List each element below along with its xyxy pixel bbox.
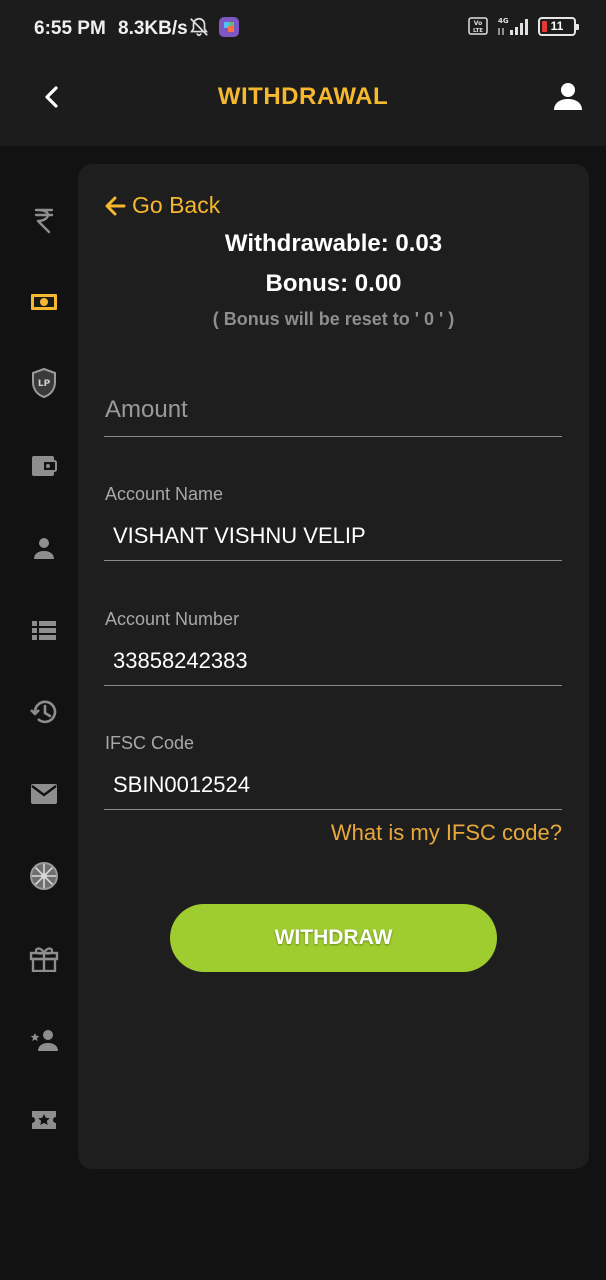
- svg-text:LTE: LTE: [473, 28, 483, 34]
- star-person-icon: [30, 1030, 58, 1051]
- account-number-label: Account Number: [105, 609, 240, 629]
- person-icon: [34, 538, 54, 559]
- sidebar-item-list[interactable]: [28, 614, 60, 646]
- account-name-label: Account Name: [105, 484, 224, 504]
- account-number-value: 33858242383: [113, 648, 248, 673]
- sidebar-item-history[interactable]: [28, 696, 60, 728]
- ifsc-code-label: IFSC Code: [105, 733, 195, 753]
- sidebar-item-gift[interactable]: [28, 942, 60, 974]
- bonus-note: ( Bonus will be reset to ' 0 ' ): [212, 309, 455, 329]
- sidebar-nav: LP: [0, 146, 82, 1280]
- ifsc-code-field[interactable]: IFSC Code SBIN0012524: [104, 733, 562, 810]
- withdrawal-card: Go Back Withdrawable: 0.03 Bonus: 0.00 (…: [78, 164, 589, 1169]
- svg-text:4G: 4G: [498, 17, 509, 25]
- bonus-balance: Bonus: 0.00: [265, 270, 402, 297]
- sidebar-item-lp[interactable]: LP: [28, 367, 60, 399]
- list-icon: [32, 621, 56, 640]
- page-title: WITHDRAWAL: [217, 83, 389, 110]
- arrow-left-icon: [105, 196, 126, 215]
- app-logo-icon: [219, 17, 239, 37]
- withdraw-button[interactable]: WITHDRAW: [170, 904, 497, 972]
- profile-button[interactable]: [552, 80, 584, 112]
- gift-icon: [29, 947, 59, 972]
- sidebar-item-profile[interactable]: [28, 532, 60, 564]
- account-number-field[interactable]: Account Number 33858242383: [104, 609, 562, 686]
- battery-icon: 11: [538, 16, 579, 36]
- svg-text:Vo: Vo: [474, 20, 482, 27]
- sidebar-item-tickets[interactable]: [28, 1104, 60, 1136]
- sidebar-item-spin[interactable]: [28, 860, 60, 892]
- amount-placeholder: Amount: [105, 396, 188, 423]
- bell-off-icon: [190, 17, 208, 37]
- cash-icon: [31, 294, 57, 310]
- svg-text:LP: LP: [38, 379, 51, 389]
- account-name-value: VISHANT VISHNU VELIP: [113, 523, 366, 548]
- spinner-wheel-icon: [30, 862, 58, 890]
- status-system-icons: Vo LTE 4G 11: [468, 15, 579, 37]
- sidebar-item-wallet[interactable]: [28, 450, 60, 482]
- go-back-label: Go Back: [132, 192, 221, 218]
- wallet-icon: [32, 456, 57, 476]
- lp-shield-icon: LP: [32, 367, 56, 399]
- sidebar-item-cash[interactable]: [28, 286, 60, 318]
- ifsc-code-value: SBIN0012524: [113, 772, 250, 797]
- status-time: 6:55 PM: [34, 18, 106, 39]
- status-bar: 6:55 PM 8.3KB/s Vo LTE 4G 11: [0, 0, 606, 52]
- volte-icon: VoLTE: [468, 17, 488, 35]
- ifsc-help-link[interactable]: What is my IFSC code?: [331, 820, 562, 846]
- withdrawable-balance: Withdrawable: 0.03: [224, 230, 443, 257]
- ticket-star-icon: [32, 1111, 56, 1129]
- app-header: WITHDRAWAL: [0, 52, 606, 146]
- sidebar-item-mail[interactable]: [28, 778, 60, 810]
- rupee-icon: [34, 208, 54, 234]
- go-back-link[interactable]: Go Back: [104, 192, 220, 219]
- user-icon: [554, 83, 582, 110]
- amount-input[interactable]: Amount: [104, 390, 562, 437]
- signal-4g-icon: 4G: [498, 17, 528, 35]
- account-name-field[interactable]: Account Name VISHANT VISHNU VELIP: [104, 484, 562, 561]
- mail-icon: [31, 784, 57, 804]
- sidebar-item-rupee[interactable]: [28, 204, 60, 236]
- history-icon: [30, 700, 57, 724]
- battery-level: 11: [550, 19, 564, 33]
- status-network-speed: 8.3KB/s: [118, 18, 188, 39]
- sidebar-item-refer[interactable]: [28, 1024, 60, 1056]
- status-notification-icons: [188, 16, 240, 38]
